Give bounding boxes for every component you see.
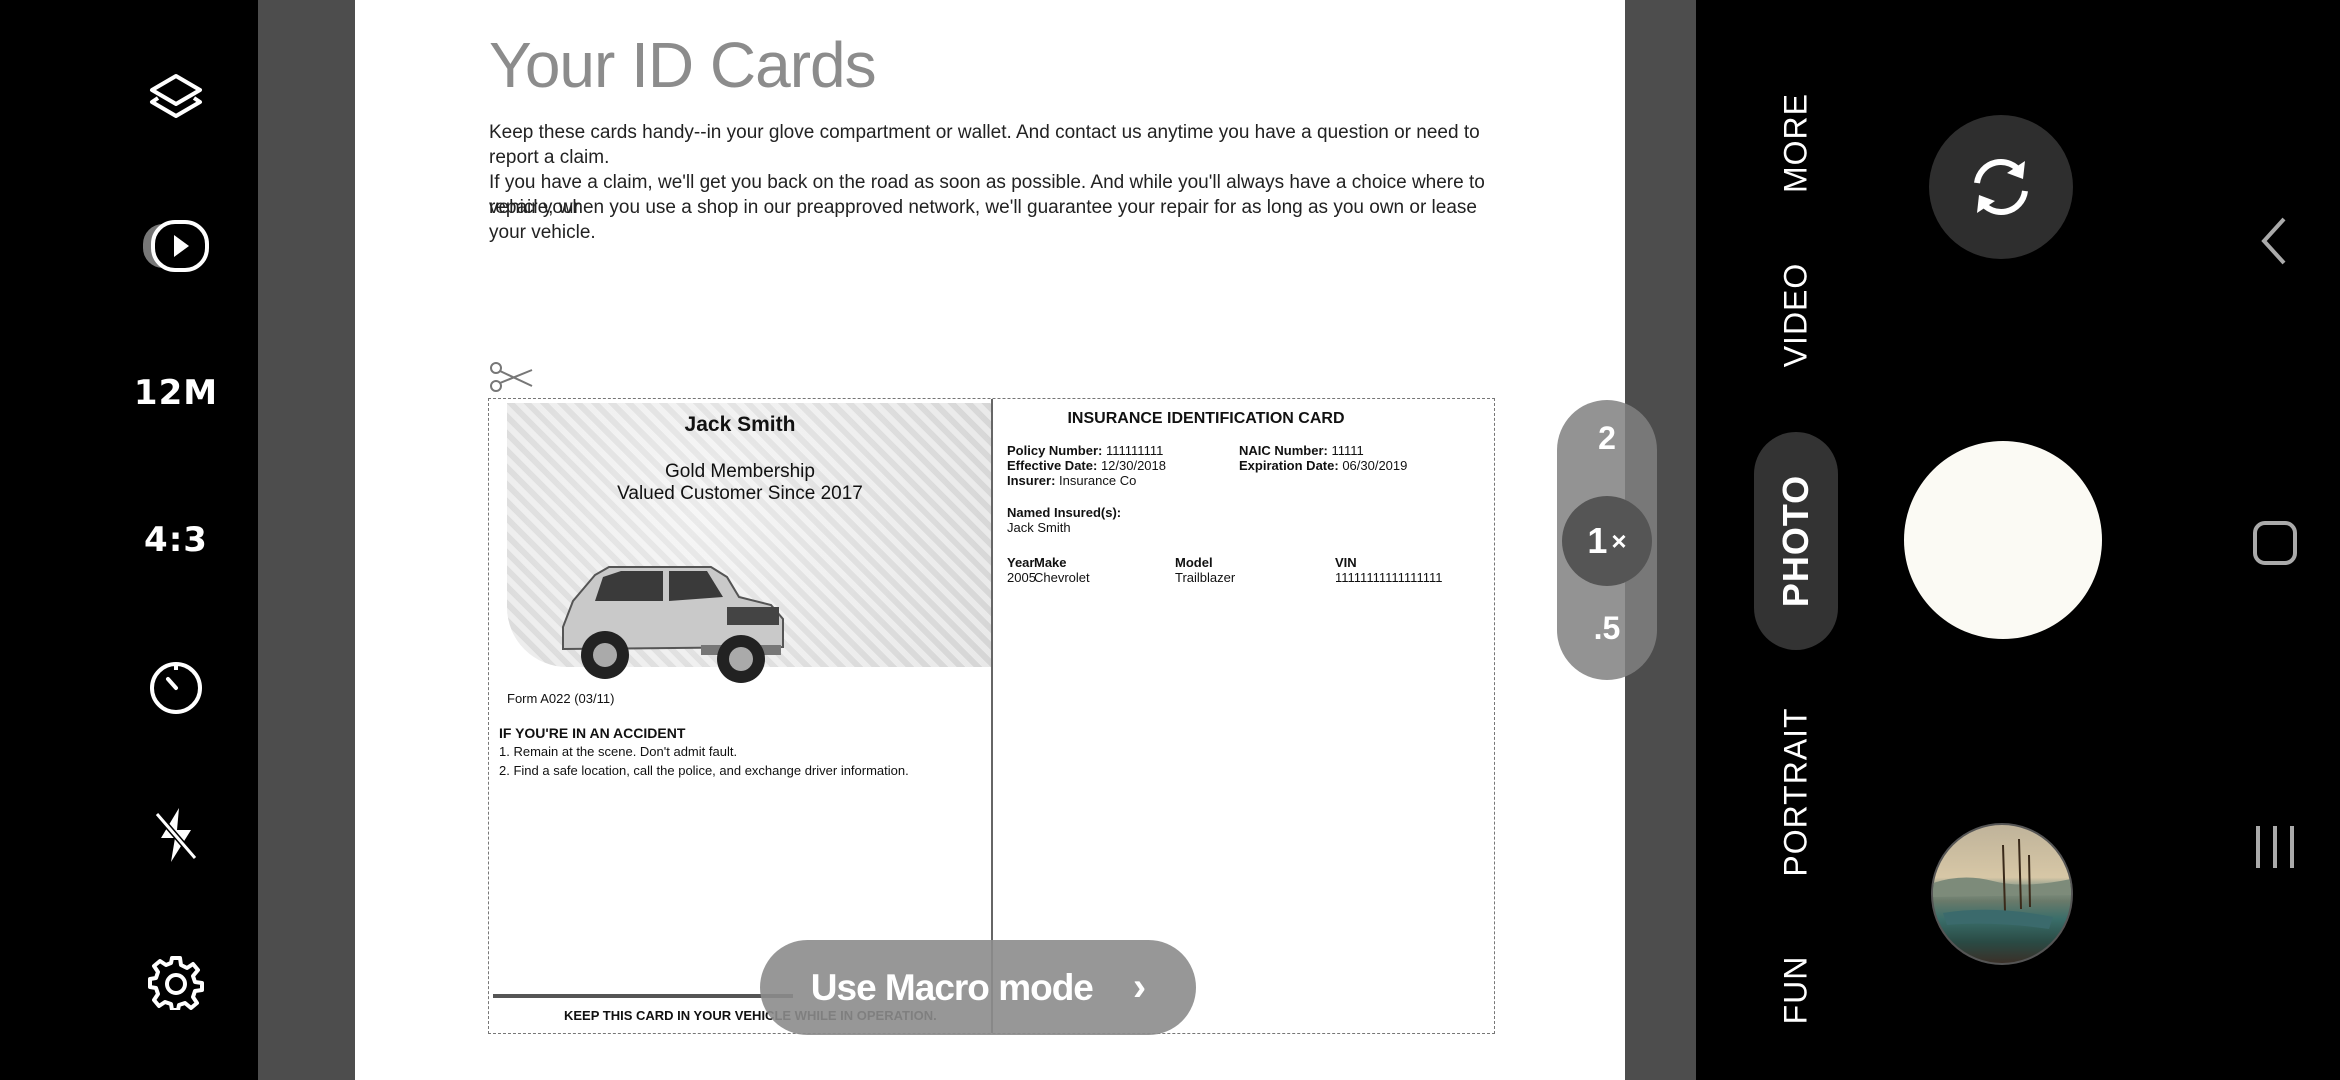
mode-more[interactable]: MORE xyxy=(1778,93,1815,193)
switch-camera-icon xyxy=(1974,158,2028,216)
back-icon[interactable] xyxy=(2256,215,2292,272)
insurer-value: Insurance Co xyxy=(1059,473,1137,488)
zoom-2x-button[interactable]: 2 xyxy=(1557,420,1657,457)
naic-row: NAIC Number: 11111 xyxy=(1239,443,1364,458)
document-paragraph-1: Keep these cards handy--in your glove co… xyxy=(489,122,1480,168)
card-customer-since: Valued Customer Since 2017 xyxy=(617,483,863,504)
gear-icon[interactable] xyxy=(119,934,233,1030)
effective-date-row: Effective Date: 12/30/2018 xyxy=(1007,458,1166,473)
mode-photo-selected[interactable]: PHOTO xyxy=(1754,432,1838,650)
gallery-thumbnail[interactable] xyxy=(1931,823,2073,965)
policy-number-row: Policy Number: 111111111 xyxy=(1007,443,1163,458)
card-form-number: Form A022 (03/11) xyxy=(507,691,615,706)
expiration-date-row: Expiration Date: 06/30/2019 xyxy=(1239,458,1407,473)
scissors-icon xyxy=(488,360,534,401)
named-insured-label: Named Insured(s): xyxy=(1007,505,1122,520)
card-rule xyxy=(493,994,793,998)
viewfinder[interactable]: Your ID Cards Keep these cards handy--in… xyxy=(258,0,1696,1080)
layers-icon[interactable] xyxy=(119,50,233,146)
document-paragraph-2-line2: vehicle, when you use a shop in our prea… xyxy=(489,197,1477,243)
vehicle-vin: 11111111111111111 xyxy=(1335,570,1443,585)
zoom-1x-suffix: × xyxy=(1611,525,1627,556)
vehicle-model: Trailblazer xyxy=(1175,570,1236,585)
navigation-bar xyxy=(2106,0,2340,1080)
vehicle-image xyxy=(551,557,791,692)
vehicle-col-model: Model xyxy=(1175,555,1213,570)
chevron-right-icon: › xyxy=(1132,965,1146,1009)
accident-step-1: 1. Remain at the scene. Don't admit faul… xyxy=(499,744,738,759)
zoom-1x-button[interactable]: 1 × xyxy=(1562,496,1652,586)
macro-label: Use Macro mode xyxy=(810,966,1094,1008)
card-membership: Gold Membership xyxy=(665,461,815,482)
aspect-ratio-button[interactable]: 4:3 xyxy=(119,492,233,588)
vehicle-col-make: Make xyxy=(1034,555,1067,570)
vehicle-make: Chevrolet xyxy=(1034,570,1090,585)
zoom-selector: 2 1 × .5 xyxy=(1557,400,1657,680)
policy-value: 111111111 xyxy=(1105,443,1164,458)
timer-icon[interactable] xyxy=(119,640,233,736)
document-preview: Your ID Cards Keep these cards handy--in… xyxy=(355,0,1625,1080)
mode-video[interactable]: VIDEO xyxy=(1778,263,1815,368)
zoom-1x-value: 1 xyxy=(1587,520,1608,561)
flash-off-icon[interactable] xyxy=(119,787,233,883)
switch-camera-button[interactable] xyxy=(1929,115,2073,259)
camera-settings-bar: 12M 4:3 xyxy=(0,0,258,1080)
use-macro-mode-button[interactable]: Use Macro mode › xyxy=(760,940,1196,1035)
expiration-label: Expiration Date: xyxy=(1239,458,1339,473)
zoom-05x-button[interactable]: .5 xyxy=(1557,610,1657,647)
named-insured-value: Jack Smith xyxy=(1007,520,1071,535)
naic-label: NAIC Number: xyxy=(1239,443,1328,458)
naic-value: 11111 xyxy=(1331,443,1364,458)
card-fold-line xyxy=(991,399,993,1033)
accident-step-2: 2. Find a safe location, call the police… xyxy=(499,763,909,778)
mode-photo-label: PHOTO xyxy=(1775,474,1816,608)
document-title: Your ID Cards xyxy=(489,29,877,101)
vehicle-col-vin: VIN xyxy=(1335,555,1357,570)
vehicle-year: 2005 xyxy=(1007,570,1036,585)
mode-portrait[interactable]: PORTRAIT xyxy=(1778,707,1815,876)
shutter-button[interactable] xyxy=(1904,441,2102,639)
card-right-title: INSURANCE IDENTIFICATION CARD xyxy=(1067,410,1345,427)
policy-label: Policy Number: xyxy=(1007,443,1103,458)
accident-heading: IF YOU'RE IN AN ACCIDENT xyxy=(499,725,686,741)
motion-photo-icon[interactable] xyxy=(119,198,233,294)
effective-value: 12/30/2018 xyxy=(1100,458,1167,473)
recents-icon[interactable] xyxy=(2252,822,2298,877)
home-icon[interactable] xyxy=(2252,520,2298,571)
insurance-card: Jack Smith Gold Membership Valued Custom… xyxy=(488,398,1495,1034)
card-holder-name: Jack Smith xyxy=(684,413,796,436)
resolution-button[interactable]: 12M xyxy=(119,345,233,441)
effective-label: Effective Date: xyxy=(1007,458,1098,473)
insurer-row: Insurer: Insurance Co xyxy=(1007,473,1136,488)
insurer-label: Insurer: xyxy=(1007,473,1056,488)
expiration-value: 06/30/2019 xyxy=(1342,458,1408,473)
mode-fun[interactable]: FUN xyxy=(1778,956,1815,1025)
vehicle-col-year: Year xyxy=(1007,555,1035,570)
